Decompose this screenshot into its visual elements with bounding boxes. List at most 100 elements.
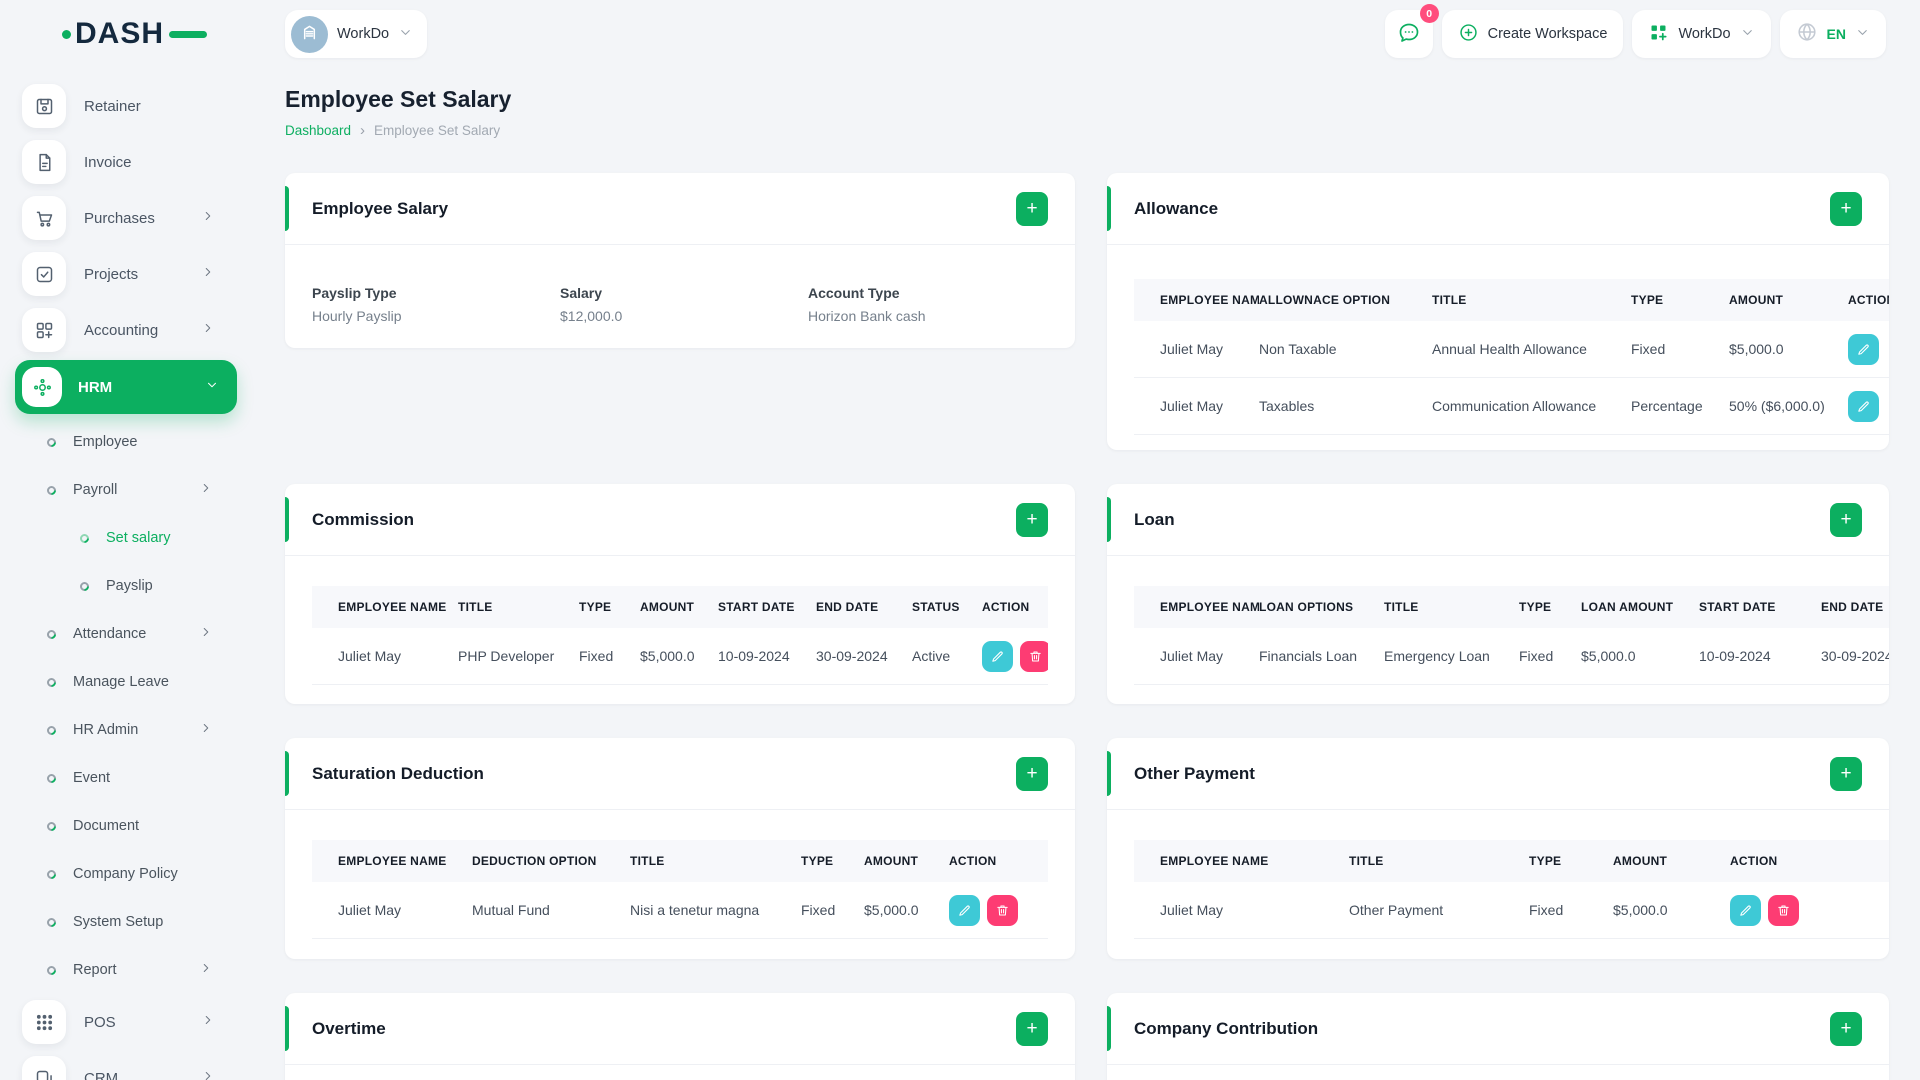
- circle-plus-icon: [1458, 22, 1479, 47]
- sidebar-item-label: CRM: [84, 1069, 119, 1080]
- edit-button[interactable]: [1848, 333, 1879, 365]
- table-cell: Active: [912, 628, 982, 685]
- table-cell: 50% ($6,000.0): [1729, 378, 1848, 435]
- main-content: Employee Set Salary Dashboard › Employee…: [245, 64, 1920, 1080]
- table-cell: Annual Health Allowance: [1432, 321, 1631, 378]
- building-icon: [299, 22, 320, 47]
- sidebar-subitem-label: System Setup: [73, 914, 164, 930]
- column-header: EMPLOYEE NAME: [1134, 279, 1259, 321]
- chevron-down-icon: [398, 25, 413, 44]
- edit-button[interactable]: [949, 894, 980, 926]
- field-label: Salary: [560, 285, 603, 301]
- card-title: Saturation Deduction: [312, 763, 484, 783]
- add-commission-button[interactable]: +: [1016, 502, 1048, 537]
- bullet-icon: [45, 819, 58, 833]
- action-cell: [982, 628, 1048, 685]
- sidebar-item-invoice[interactable]: Invoice: [22, 134, 245, 190]
- bullet-icon: [78, 579, 91, 593]
- create-workspace-button[interactable]: Create Workspace: [1441, 10, 1624, 58]
- edit-button[interactable]: [1730, 894, 1761, 926]
- column-header: TYPE: [1631, 279, 1729, 321]
- add-employee-salary-button[interactable]: +: [1016, 191, 1048, 226]
- table-cell: $5,000.0: [640, 628, 718, 685]
- app-switcher-button[interactable]: WorkDo: [1632, 10, 1771, 58]
- add-saturation-deduction-button[interactable]: +: [1016, 756, 1048, 791]
- column-header: END DATE: [816, 586, 912, 628]
- add-allowance-button[interactable]: +: [1830, 191, 1862, 226]
- breadcrumb-dashboard-link[interactable]: Dashboard: [285, 123, 351, 138]
- table-cell: Financials Loan: [1259, 628, 1384, 685]
- sidebar-subitem-document[interactable]: Document: [22, 802, 245, 850]
- sidebar: Retainer Invoice Purchases Projects Acco…: [0, 64, 245, 1080]
- card-title: Overtime: [312, 1018, 386, 1038]
- sidebar-subitem-payslip[interactable]: Payslip: [22, 562, 245, 610]
- sidebar-subitem-label: HR Admin: [73, 722, 139, 738]
- sidebar-subitem-report[interactable]: Report: [22, 946, 245, 994]
- sidebar-subitem-set-salary[interactable]: Set salary: [22, 514, 245, 562]
- sidebar-item-pos[interactable]: POS: [22, 994, 245, 1050]
- sidebar-subitem-event[interactable]: Event: [22, 754, 245, 802]
- messages-badge: 0: [1419, 4, 1439, 23]
- sidebar-item-label: Accounting: [84, 321, 159, 339]
- hrm-icon: [22, 367, 62, 407]
- workspace-selector[interactable]: WorkDo: [285, 10, 428, 58]
- language-selector[interactable]: EN: [1779, 10, 1886, 58]
- sidebar-item-crm[interactable]: CRM: [22, 1050, 245, 1080]
- delete-button[interactable]: [1020, 640, 1048, 672]
- other-payment-table: EMPLOYEE NAME TITLE TYPE AMOUNT ACTION Juliet…: [1134, 840, 1889, 939]
- sidebar-item-projects[interactable]: Projects: [22, 246, 245, 302]
- sidebar-subitem-hr-admin[interactable]: HR Admin: [22, 706, 245, 754]
- salary-field: Payslip Type Hourly Payslip: [312, 285, 560, 324]
- chevron-right-icon: [201, 1013, 215, 1031]
- sidebar-subitem-system-setup[interactable]: System Setup: [22, 898, 245, 946]
- sidebar-subitem-payroll[interactable]: Payroll: [22, 466, 245, 514]
- edit-button[interactable]: [1848, 390, 1879, 422]
- column-header: LOAN OPTIONS: [1259, 586, 1384, 628]
- sidebar-subitem-attendance[interactable]: Attendance: [22, 610, 245, 658]
- table-cell: Juliet May: [312, 628, 458, 685]
- sidebar-item-hrm[interactable]: HRM: [15, 360, 237, 414]
- table-cell: Juliet May: [312, 882, 472, 939]
- delete-button[interactable]: [1768, 894, 1799, 926]
- sidebar-subitem-manage-leave[interactable]: Manage Leave: [22, 658, 245, 706]
- table-cell: Other Payment: [1349, 882, 1529, 939]
- sidebar-subitem-label: Event: [73, 770, 111, 786]
- table-row: Juliet May PHP Developer Fixed $5,000.0 10-0…: [312, 628, 1048, 685]
- table-cell: $5,000.0: [1613, 882, 1730, 939]
- table-cell: Nisi a tenetur magna: [630, 882, 801, 939]
- column-header: AMOUNT: [1729, 279, 1848, 321]
- sidebar-item-accounting[interactable]: Accounting: [22, 302, 245, 358]
- sidebar-item-purchases[interactable]: Purchases: [22, 190, 245, 246]
- add-overtime-button[interactable]: +: [1016, 1011, 1048, 1046]
- chevron-down-icon: [205, 378, 219, 396]
- save-icon: [22, 84, 66, 128]
- table-cell: Fixed: [801, 882, 864, 939]
- action-cell: [1730, 882, 1889, 939]
- table-row: Juliet May Other Payment Fixed $5,000.0: [1134, 882, 1889, 939]
- add-other-payment-button[interactable]: +: [1830, 756, 1862, 791]
- commission-table: EMPLOYEE NAME TITLE TYPE AMOUNT START DATE EN…: [312, 586, 1048, 685]
- sidebar-subitem-employee[interactable]: Employee: [22, 418, 245, 466]
- chevron-right-icon: [199, 961, 213, 979]
- field-value: Hourly Payslip: [312, 308, 402, 324]
- sidebar-item-label: Projects: [84, 265, 139, 283]
- sidebar-subitem-company-policy[interactable]: Company Policy: [22, 850, 245, 898]
- chevron-right-icon: [201, 209, 215, 227]
- add-company-contribution-button[interactable]: +: [1830, 1011, 1862, 1046]
- column-header: AMOUNT: [1613, 840, 1730, 882]
- card-title: Company Contribution: [1134, 1018, 1319, 1038]
- edit-button[interactable]: [982, 640, 1013, 672]
- card-title: Other Payment: [1134, 763, 1255, 783]
- saturation-deduction-table: EMPLOYEE NAME DEDUCTION OPTION TITLE TYPE AM…: [312, 840, 1048, 939]
- add-loan-button[interactable]: +: [1830, 502, 1862, 537]
- chevron-right-icon: [199, 721, 213, 739]
- column-header: EMPLOYEE NAME: [312, 586, 458, 628]
- sidebar-item-retainer[interactable]: Retainer: [22, 78, 245, 134]
- messages-button[interactable]: 0: [1384, 4, 1439, 58]
- column-header: DEDUCTION OPTION: [472, 840, 630, 882]
- field-label: Payslip Type: [312, 285, 397, 301]
- table-cell: Fixed: [1519, 628, 1581, 685]
- other-payment-card: Other Payment + EMPLOYEE NAME TITLE TYPE AM…: [1107, 738, 1889, 959]
- delete-button[interactable]: [987, 894, 1018, 926]
- app-logo[interactable]: DASH: [62, 17, 208, 51]
